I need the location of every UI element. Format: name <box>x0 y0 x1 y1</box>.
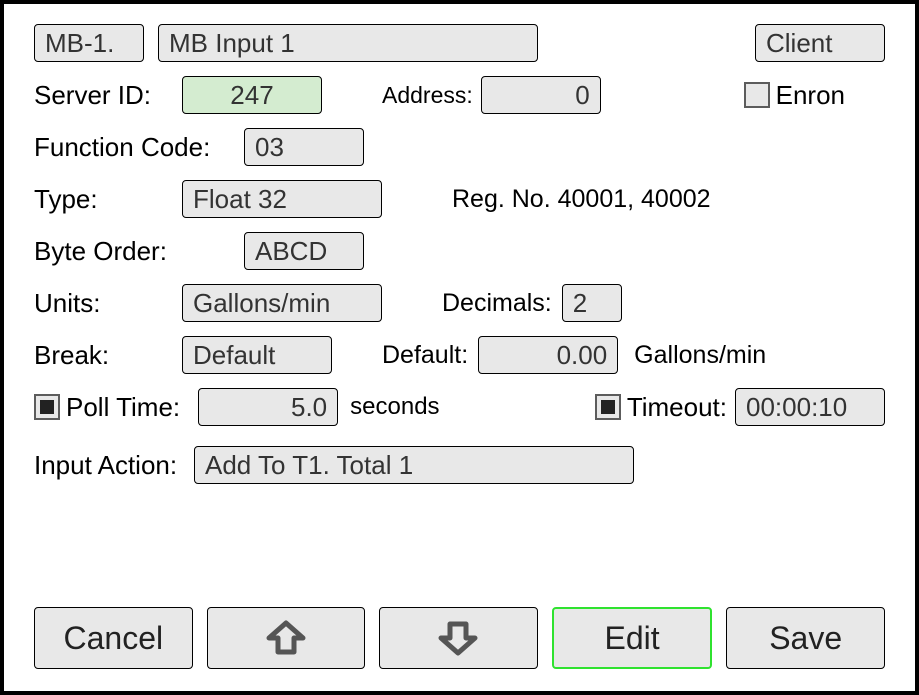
server-row: Server ID: 247 Address: 0 Enron <box>34 76 885 114</box>
units-field[interactable]: Gallons/min <box>182 284 382 322</box>
timeout-label: Timeout: <box>627 392 727 423</box>
address-field[interactable]: 0 <box>481 76 601 114</box>
config-panel: MB-1. MB Input 1 Client Server ID: 247 A… <box>0 0 919 695</box>
up-button[interactable] <box>207 607 366 669</box>
function-code-label: Function Code: <box>34 132 244 163</box>
input-action-label: Input Action: <box>34 450 194 481</box>
default-units-label: Gallons/min <box>634 341 766 370</box>
enron-checkbox[interactable] <box>744 82 770 108</box>
type-row: Type: Float 32 Reg. No. 40001, 40002 <box>34 180 885 218</box>
address-label: Address: <box>382 82 473 109</box>
mode-field[interactable]: Client <box>755 24 885 62</box>
poll-time-label: Poll Time: <box>66 392 180 423</box>
button-bar: Cancel Edit Save <box>34 607 885 669</box>
edit-button[interactable]: Edit <box>552 607 713 669</box>
default-label: Default: <box>382 341 468 370</box>
units-label: Units: <box>34 288 182 319</box>
channel-button[interactable]: MB-1. <box>34 24 144 62</box>
channel-name-field[interactable]: MB Input 1 <box>158 24 538 62</box>
decimals-field[interactable]: 2 <box>562 284 622 322</box>
byte-order-label: Byte Order: <box>34 236 244 267</box>
timeout-checkbox[interactable] <box>595 394 621 420</box>
byte-order-field[interactable]: ABCD <box>244 232 364 270</box>
units-row: Units: Gallons/min Decimals: 2 <box>34 284 885 322</box>
input-action-field[interactable]: Add To T1. Total 1 <box>194 446 634 484</box>
header-row: MB-1. MB Input 1 Client <box>34 24 885 62</box>
default-value-field[interactable]: 0.00 <box>478 336 618 374</box>
poll-time-checkbox[interactable] <box>34 394 60 420</box>
server-id-label: Server ID: <box>34 80 182 111</box>
reg-no-label: Reg. No. 40001, 40002 <box>452 185 711 214</box>
input-action-row: Input Action: Add To T1. Total 1 <box>34 446 885 484</box>
break-row: Break: Default Default: 0.00 Gallons/min <box>34 336 885 374</box>
enron-label: Enron <box>776 80 845 111</box>
byte-order-row: Byte Order: ABCD <box>34 232 885 270</box>
break-field[interactable]: Default <box>182 336 332 374</box>
timeout-field[interactable]: 00:00:10 <box>735 388 885 426</box>
function-code-row: Function Code: 03 <box>34 128 885 166</box>
type-label: Type: <box>34 184 182 215</box>
break-label: Break: <box>34 340 182 371</box>
save-button[interactable]: Save <box>726 607 885 669</box>
server-id-field[interactable]: 247 <box>182 76 322 114</box>
arrow-up-icon <box>263 620 309 656</box>
decimals-label: Decimals: <box>442 289 552 318</box>
poll-units-label: seconds <box>350 393 439 421</box>
down-button[interactable] <box>379 607 538 669</box>
arrow-down-icon <box>435 620 481 656</box>
poll-time-field[interactable]: 5.0 <box>198 388 338 426</box>
function-code-field[interactable]: 03 <box>244 128 364 166</box>
poll-row: Poll Time: 5.0 seconds Timeout: 00:00:10 <box>34 388 885 426</box>
cancel-button[interactable]: Cancel <box>34 607 193 669</box>
type-field[interactable]: Float 32 <box>182 180 382 218</box>
